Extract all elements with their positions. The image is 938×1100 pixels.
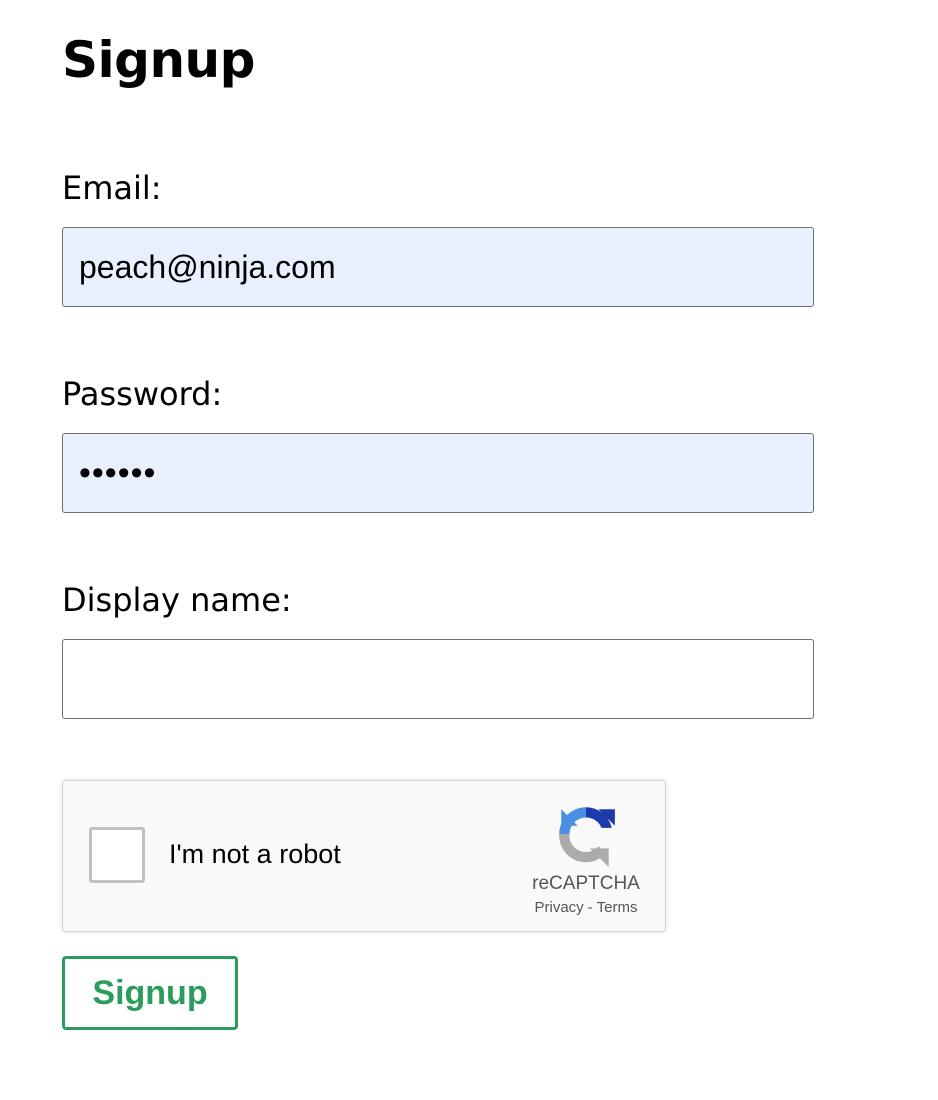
password-field[interactable]	[62, 433, 814, 513]
display-name-field[interactable]	[62, 639, 814, 719]
terms-link[interactable]: Terms	[597, 899, 638, 916]
recaptcha-brand: reCAPTCHA	[532, 873, 640, 894]
signup-button[interactable]: Signup	[62, 956, 238, 1030]
email-field[interactable]	[62, 227, 814, 307]
recaptcha-checkbox[interactable]	[89, 827, 145, 883]
link-separator: -	[587, 899, 593, 916]
privacy-link[interactable]: Privacy	[534, 899, 583, 916]
email-label: Email:	[62, 169, 162, 207]
recaptcha-checkbox-label: I'm not a robot	[169, 839, 341, 869]
display-name-label: Display name:	[62, 581, 292, 619]
page-title: Signup	[62, 31, 255, 89]
recaptcha-links: Privacy - Terms	[503, 899, 669, 916]
recaptcha-widget: I'm not a robot reCAPTCHA Privacy - Terms	[62, 780, 666, 932]
recaptcha-logo-icon	[559, 807, 615, 867]
password-label: Password:	[62, 375, 223, 413]
